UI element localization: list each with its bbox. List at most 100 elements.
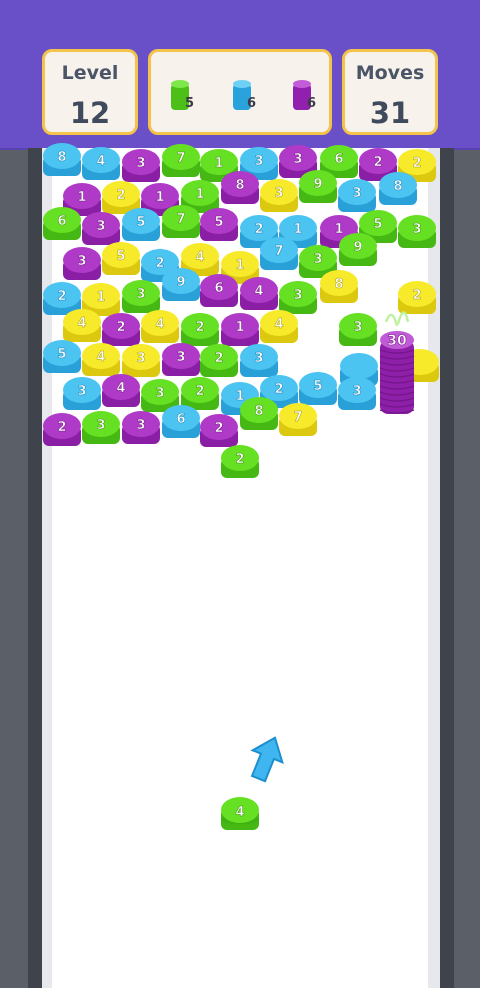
chip-count: 9 <box>313 177 322 192</box>
blue-chip-stack: 3 <box>240 344 278 377</box>
chip-count: 2 <box>116 188 125 203</box>
purple-chip-stack: 3 <box>122 411 160 444</box>
chip-count: 8 <box>57 150 66 165</box>
chip-count: 1 <box>195 187 204 202</box>
chip-count: 6 <box>334 152 343 167</box>
yellow-chip-stack: 4 <box>82 343 120 376</box>
blue-chip-stack: 3 <box>63 377 101 410</box>
blue-chip-stack: 3 <box>338 377 376 410</box>
blue-chip-stack: 4 <box>82 147 120 180</box>
chip-count: 2 <box>412 288 421 303</box>
chip-count: 6 <box>176 412 185 427</box>
green-chip-stack: 3 <box>279 281 317 314</box>
purple-chip-stack: 1 <box>221 313 259 346</box>
chip-count: 8 <box>254 404 263 419</box>
purple-chip-stack: 5 <box>200 208 238 241</box>
chip-count: 5 <box>313 379 322 394</box>
yellow-chip-stack: 3 <box>122 344 160 377</box>
purple-chip-stack: 3 <box>162 343 200 376</box>
chip-count: 5 <box>373 217 382 232</box>
chip-count: 4 <box>96 350 105 365</box>
chip-count: 9 <box>353 240 362 255</box>
chip-count: 1 <box>77 190 86 205</box>
chip-count: 2 <box>57 420 66 435</box>
blue-chip-stack: 5 <box>299 372 337 405</box>
chip-count: 3 <box>136 156 145 171</box>
tall-purple-stack[interactable]: 30 <box>379 311 415 414</box>
chip-count: 3 <box>254 154 263 169</box>
blue-chip-stack: 6 <box>162 405 200 438</box>
chip-count: 2 <box>274 382 283 397</box>
yellow-chip-stack: 3 <box>260 179 298 212</box>
purple-chip-stack: 3 <box>82 212 120 245</box>
chip-count: 3 <box>313 252 322 267</box>
chip-count: 3 <box>155 386 164 401</box>
yellow-chip-stack: 8 <box>320 270 358 303</box>
chip-count: 3 <box>96 418 105 433</box>
chip-count: 6 <box>214 281 223 296</box>
chip-count: 5 <box>136 215 145 230</box>
yellow-chip-stack: 5 <box>102 242 140 275</box>
chip-count: 1 <box>96 290 105 305</box>
blue-chip-stack: 8 <box>43 143 81 176</box>
shooter-chip[interactable]: 4 <box>221 797 259 830</box>
chip-count: 2 <box>195 320 204 335</box>
chip-count: 5 <box>116 249 125 264</box>
chip-count: 7 <box>274 244 283 259</box>
chip-count: 6 <box>57 214 66 229</box>
purple-chip-stack: 3 <box>63 247 101 280</box>
chip-count: 3 <box>96 219 105 234</box>
chip-count: 1 <box>293 222 302 237</box>
purple-chip-stack: 2 <box>200 414 238 447</box>
chip-count: 3 <box>136 418 145 433</box>
chip-count: 3 <box>412 222 421 237</box>
chip-count: 2 <box>373 155 382 170</box>
green-chip-stack: 3 <box>339 313 377 346</box>
purple-chip-stack: 4 <box>240 277 278 310</box>
blue-chip-stack: 7 <box>260 237 298 270</box>
chip-count: 4 <box>77 316 86 331</box>
purple-chip-stack: 8 <box>221 171 259 204</box>
chip-count: 3 <box>274 186 283 201</box>
chip-count: 4 <box>195 250 204 265</box>
yellow-chip-stack: 7 <box>279 403 317 436</box>
yellow-chip-stack: 4 <box>63 309 101 342</box>
game-board[interactable]: 8 4 3 7 1 3 3 6 2 21 2 1 18393 86 3 5 7 5 2 1 1 5 33 5 2 417392 1 3… <box>0 0 480 988</box>
green-chip-stack: 3 <box>82 411 120 444</box>
chip-count: 5 <box>57 347 66 362</box>
yellow-chip-stack: 4 <box>141 310 179 343</box>
green-chip-stack: 9 <box>339 233 377 266</box>
chip-count: 5 <box>214 215 223 230</box>
chip-count: 3 <box>353 320 362 335</box>
blue-chip-stack: 9 <box>162 268 200 301</box>
chip-count: 2 <box>155 256 164 271</box>
chip-count: 1 <box>235 320 244 335</box>
chip-count: 2 <box>116 320 125 335</box>
yellow-chip-stack: 4 <box>260 310 298 343</box>
chip-count: 3 <box>136 351 145 366</box>
chip-count: 3 <box>176 350 185 365</box>
chip-count: 1 <box>214 156 223 171</box>
chip-count: 3 <box>293 152 302 167</box>
chip-count: 1 <box>235 389 244 404</box>
green-chip-stack: 3 <box>398 215 436 248</box>
chip-count: 8 <box>235 178 244 193</box>
green-chip-stack: 2 <box>181 313 219 346</box>
chip-count: 3 <box>352 384 361 399</box>
green-chip-stack: 8 <box>240 397 278 430</box>
chip-count: 4 <box>116 381 125 396</box>
blue-chip-stack: 8 <box>379 172 417 205</box>
chip-count: 4 <box>155 317 164 332</box>
aim-arrow-icon <box>250 736 284 783</box>
chip-count: 2 <box>195 384 204 399</box>
chip-count: 8 <box>334 277 343 292</box>
chip-count: 4 <box>274 317 283 332</box>
green-chip-stack: 2 <box>221 445 259 478</box>
chip-count: 1 <box>334 222 343 237</box>
blue-chip-stack: 5 <box>43 340 81 373</box>
purple-chip-stack: 4 <box>102 374 140 407</box>
green-chip-stack: 6 <box>43 207 81 240</box>
chip-count: 4 <box>96 154 105 169</box>
purple-chip-stack: 2 <box>43 413 81 446</box>
chip-count: 3 <box>254 351 263 366</box>
